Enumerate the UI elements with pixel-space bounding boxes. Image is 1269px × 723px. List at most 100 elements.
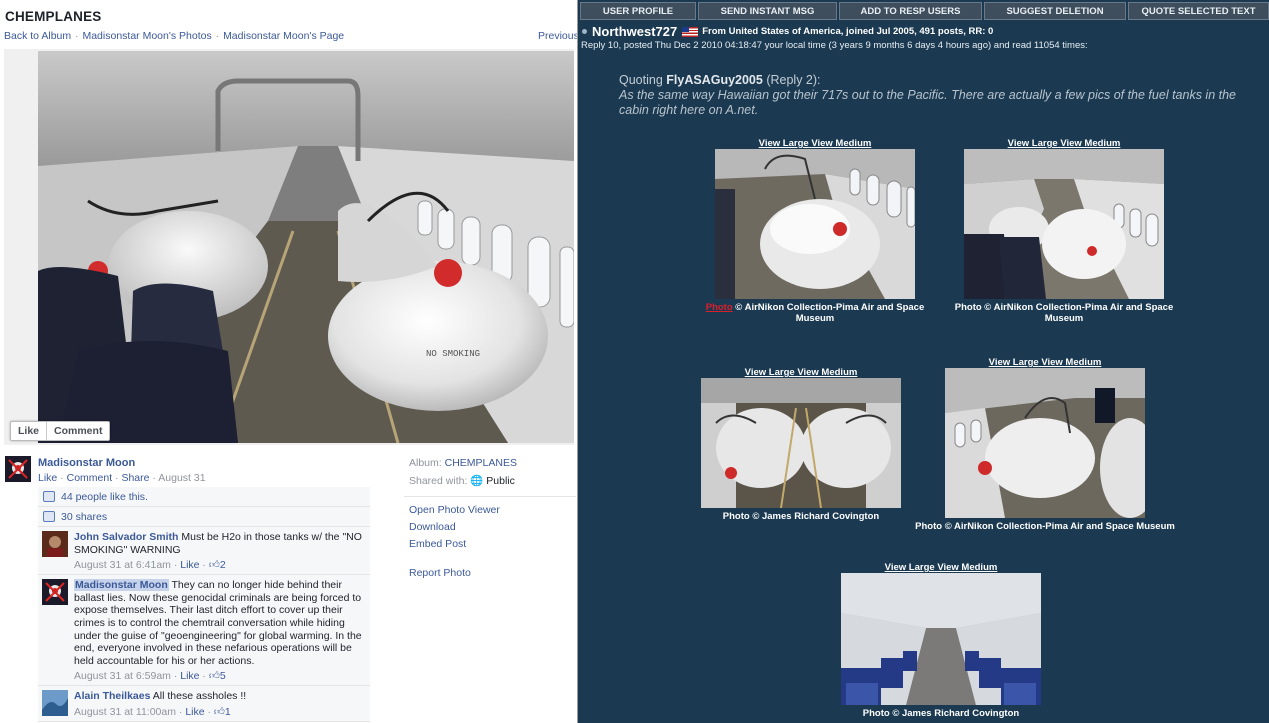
photo-caption: Photo © AirNikon Collection-Pima Air and…	[915, 521, 1175, 532]
quote-ref[interactable]: (Reply 2):	[766, 73, 820, 87]
shares-count[interactable]: 30 shares	[61, 507, 107, 527]
thumbs-up-icon: 👍︎	[208, 670, 220, 683]
photo-link[interactable]: Photo	[706, 302, 733, 313]
reply-info: Reply 10, posted Thu Dec 2 2010 04:18:47…	[581, 40, 1088, 51]
thumbs-up-icon	[43, 491, 55, 502]
comment-text: Madisonstar Moon They can no longer hide…	[74, 579, 365, 667]
comment-button[interactable]: Comment	[46, 422, 109, 440]
photo-caption: Photo © James Richard Covington	[862, 708, 1020, 719]
view-medium-link[interactable]: View Medium	[1060, 138, 1120, 149]
comment-text: Alain Theilkaes All these assholes !!	[74, 690, 365, 703]
tank-photo-thumbnail[interactable]	[715, 149, 915, 299]
photo-block: View Large View Medium Photo © James Ric…	[821, 562, 1061, 719]
view-links: View Large View Medium	[915, 357, 1175, 368]
like-button[interactable]: Like	[11, 422, 46, 440]
comment-time[interactable]: August 31 at 11:00am	[74, 706, 176, 718]
thumbs-up-icon: 👍︎	[213, 705, 225, 718]
suggest-deletion-button[interactable]: SUGGEST DELETION	[984, 2, 1126, 20]
photo-credit: © AirNikon Collection-Pima Air and Space…	[735, 302, 925, 324]
likes-summary[interactable]: 44 people like this.	[38, 487, 370, 507]
privacy-row: Shared with: 🌐 Public	[409, 474, 574, 487]
poster-like-link[interactable]: Like	[38, 472, 57, 484]
post-author: Northwest727 From United States of Ameri…	[582, 24, 993, 39]
view-medium-link[interactable]: View Medium	[811, 138, 871, 149]
photo-block: View Large View Medium Photo © AirNikon …	[944, 138, 1184, 324]
add-to-resp-users-button[interactable]: ADD TO RESP USERS	[839, 2, 982, 20]
breadcrumb-page[interactable]: Madisonstar Moon's Page	[223, 30, 344, 42]
comment-like-link[interactable]: Like	[185, 706, 204, 718]
open-photo-viewer-link[interactable]: Open Photo Viewer	[409, 504, 574, 517]
breadcrumb-back-to-album[interactable]: Back to Album	[4, 30, 71, 42]
previous-link[interactable]: Previous	[538, 30, 577, 42]
album-label: Album:	[409, 457, 442, 469]
user-profile-button[interactable]: USER PROFILE	[580, 2, 696, 20]
quote-selected-text-button[interactable]: QUOTE SELECTED TEXT	[1128, 2, 1269, 20]
comment-time[interactable]: August 31 at 6:59am	[74, 670, 171, 682]
cabin-photo-thumbnail[interactable]	[841, 573, 1041, 705]
feedback-panel: 44 people like this. 30 shares John Salv…	[38, 487, 370, 723]
photo-block: View Large View Medium Photo © James Ric…	[681, 367, 921, 522]
comment: John Salvador Smith Must be H2o in those…	[38, 527, 370, 576]
comment-text: John Salvador Smith Must be H2o in those…	[74, 531, 365, 556]
privacy-value[interactable]: Public	[486, 475, 515, 487]
poster-meta: Like · Comment · Share · August 31	[38, 472, 206, 484]
view-large-link[interactable]: View Large	[989, 357, 1039, 368]
post-date[interactable]: August 31	[158, 472, 205, 484]
comment-like-count[interactable]: 2	[220, 559, 226, 571]
comment-author[interactable]: Madisonstar Moon	[74, 579, 169, 592]
avatar[interactable]	[42, 690, 68, 717]
send-instant-msg-button[interactable]: SEND INSTANT MSG	[698, 2, 837, 20]
share-icon	[43, 511, 55, 522]
tank-photo-thumbnail[interactable]	[701, 378, 901, 508]
photo-caption: Photo © AirNikon Collection-Pima Air and…	[954, 302, 1174, 324]
comment-like-count[interactable]: 5	[220, 670, 226, 682]
view-large-link[interactable]: View Large	[759, 138, 809, 149]
comment-author[interactable]: Alain Theilkaes	[74, 690, 150, 702]
comment-like-link[interactable]: Like	[180, 670, 199, 682]
avatar[interactable]	[42, 531, 68, 557]
avatar[interactable]	[42, 579, 68, 606]
tank-photo-thumbnail[interactable]	[945, 368, 1145, 518]
photo-block: View Large View Medium Photo © AirNikon …	[695, 138, 935, 324]
download-link[interactable]: Download	[409, 521, 574, 534]
comment-author[interactable]: John Salvador Smith	[74, 531, 178, 543]
globe-icon: 🌐	[470, 475, 484, 487]
comment: Alain Theilkaes All these assholes !! Au…	[38, 686, 370, 723]
view-large-link[interactable]: View Large	[745, 367, 795, 378]
view-medium-link[interactable]: View Medium	[797, 367, 857, 378]
album-title: CHEMPLANES	[5, 9, 102, 24]
poster-share-link[interactable]: Share	[121, 472, 149, 484]
comment-meta: August 31 at 6:41am · Like · 👍︎2	[74, 559, 226, 572]
avatar[interactable]	[5, 456, 31, 482]
photo-caption: Photo © AirNikon Collection-Pima Air and…	[695, 302, 935, 324]
comment-like-link[interactable]: Like	[180, 559, 199, 571]
author-name[interactable]: Northwest727	[592, 24, 677, 39]
breadcrumb-photos[interactable]: Madisonstar Moon's Photos	[82, 30, 211, 42]
view-links: View Large View Medium	[944, 138, 1184, 149]
cabin-photo[interactable]: NO SMOKING	[38, 51, 574, 443]
quote-text: As the same way Hawaiian got their 717s …	[619, 88, 1236, 117]
view-large-link[interactable]: View Large	[1008, 138, 1058, 149]
poster-comment-link[interactable]: Comment	[67, 472, 113, 484]
facebook-photo-page: CHEMPLANES Back to Album · Madisonstar M…	[0, 0, 578, 723]
comment-time[interactable]: August 31 at 6:41am	[74, 559, 171, 571]
breadcrumb-separator: ·	[215, 30, 220, 42]
view-large-link[interactable]: View Large	[885, 562, 935, 573]
view-medium-link[interactable]: View Medium	[937, 562, 997, 573]
shares-summary[interactable]: 30 shares	[38, 507, 370, 527]
breadcrumb-separator: ·	[75, 30, 79, 42]
view-medium-link[interactable]: View Medium	[1041, 357, 1101, 368]
comment-body: All these assholes !!	[152, 690, 247, 703]
comment: Madisonstar Moon They can no longer hide…	[38, 575, 370, 687]
comment-meta: August 31 at 11:00am · Like · 👍︎1	[74, 705, 231, 718]
quote-user[interactable]: FlyASAGuy2005	[666, 73, 763, 87]
tank-photo-thumbnail[interactable]	[964, 149, 1164, 299]
poster-name[interactable]: Madisonstar Moon	[38, 457, 135, 469]
album-link[interactable]: CHEMPLANES	[445, 457, 517, 469]
embed-post-link[interactable]: Embed Post	[409, 538, 574, 551]
view-links: View Large View Medium	[681, 367, 921, 378]
divider	[404, 496, 576, 497]
comment-like-count[interactable]: 1	[225, 706, 231, 718]
report-photo-link[interactable]: Report Photo	[409, 567, 574, 580]
likes-count[interactable]: 44 people like this.	[61, 487, 148, 507]
